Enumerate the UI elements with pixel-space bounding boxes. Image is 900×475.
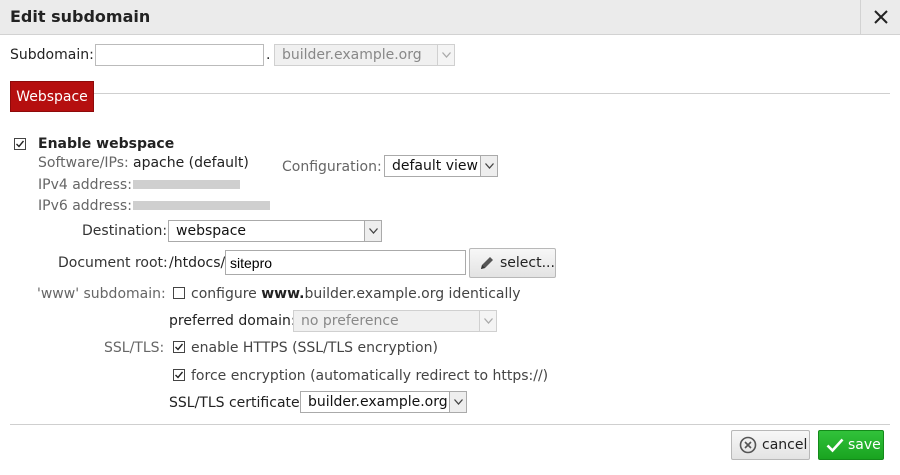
chevron-down-icon bbox=[479, 311, 496, 331]
check-icon bbox=[175, 371, 183, 379]
save-label: save bbox=[848, 437, 881, 453]
enable-webspace-label: Enable webspace bbox=[38, 136, 175, 152]
pencil-icon bbox=[481, 257, 493, 269]
document-root-prefix: /htdocs/ bbox=[169, 255, 226, 271]
save-button[interactable]: save bbox=[818, 430, 884, 460]
chevron-down-icon bbox=[480, 156, 497, 176]
check-icon bbox=[175, 343, 183, 351]
destination-select[interactable]: webspace bbox=[168, 220, 382, 242]
tab-webspace[interactable]: Webspace bbox=[10, 81, 94, 112]
configuration-label: Configuration: bbox=[282, 159, 382, 175]
dialog-title: Edit subdomain bbox=[10, 7, 151, 26]
ssl-tls-label: SSL/TLS: bbox=[104, 340, 165, 356]
software-label: Software/IPs: bbox=[38, 155, 129, 171]
subdomain-label: Subdomain: bbox=[10, 47, 94, 63]
www-text-bold: www. bbox=[261, 286, 305, 302]
enable-webspace-checkbox[interactable] bbox=[14, 138, 26, 150]
destination-value: webspace bbox=[176, 223, 247, 239]
check-icon bbox=[826, 438, 844, 453]
www-subdomain-checkbox[interactable] bbox=[173, 287, 185, 299]
document-root-input[interactable] bbox=[225, 250, 466, 275]
software-value: apache (default) bbox=[133, 155, 249, 171]
www-text-suffix: builder.example.org identically bbox=[304, 286, 521, 302]
ssl-certificate-value: builder.example.org bbox=[308, 394, 448, 410]
chevron-down-icon bbox=[449, 392, 466, 412]
document-root-label: Document root: bbox=[58, 255, 168, 271]
www-subdomain-label: 'www' subdomain: bbox=[37, 286, 166, 302]
force-encryption-checkbox[interactable] bbox=[173, 369, 185, 381]
check-icon bbox=[16, 140, 24, 148]
parent-domain-value: builder.example.org bbox=[282, 47, 422, 63]
ipv4-label: IPv4 address: bbox=[38, 177, 132, 193]
subdomain-input[interactable] bbox=[95, 44, 264, 66]
select-folder-label: select... bbox=[500, 255, 555, 271]
close-button[interactable] bbox=[860, 0, 900, 34]
dialog-titlebar: Edit subdomain bbox=[0, 0, 900, 35]
ipv6-label: IPv6 address: bbox=[38, 198, 132, 214]
enable-https-text: enable HTTPS (SSL/TLS encryption) bbox=[191, 340, 438, 356]
tab-divider bbox=[94, 93, 890, 94]
footer-divider bbox=[10, 424, 890, 425]
chevron-down-icon bbox=[364, 221, 381, 241]
ipv6-value-redacted bbox=[133, 201, 270, 210]
subdomain-dot: . bbox=[266, 47, 271, 63]
configuration-select[interactable]: default view bbox=[384, 155, 498, 177]
configuration-value: default view bbox=[392, 158, 478, 174]
cancel-button[interactable]: cancel bbox=[731, 430, 810, 460]
select-folder-button[interactable]: select... bbox=[469, 248, 556, 278]
parent-domain-select[interactable]: builder.example.org bbox=[274, 44, 455, 66]
ipv4-value-redacted bbox=[133, 180, 240, 189]
cancel-label: cancel bbox=[762, 437, 808, 453]
ssl-certificate-select[interactable]: builder.example.org bbox=[300, 391, 467, 413]
ssl-certificate-label: SSL/TLS certificate: bbox=[169, 395, 305, 411]
preferred-domain-label: preferred domain: bbox=[169, 313, 296, 329]
destination-label: Destination: bbox=[82, 223, 168, 239]
preferred-domain-select[interactable]: no preference bbox=[293, 310, 497, 332]
close-icon bbox=[874, 10, 888, 24]
cancel-icon bbox=[739, 436, 757, 454]
preferred-domain-value: no preference bbox=[301, 313, 399, 329]
chevron-down-icon bbox=[437, 45, 454, 65]
www-subdomain-text: configure www.builder.example.org identi… bbox=[191, 286, 521, 302]
force-encryption-text: force encryption (automatically redirect… bbox=[191, 368, 549, 384]
enable-https-checkbox[interactable] bbox=[173, 341, 185, 353]
www-text-prefix: configure bbox=[191, 286, 262, 302]
